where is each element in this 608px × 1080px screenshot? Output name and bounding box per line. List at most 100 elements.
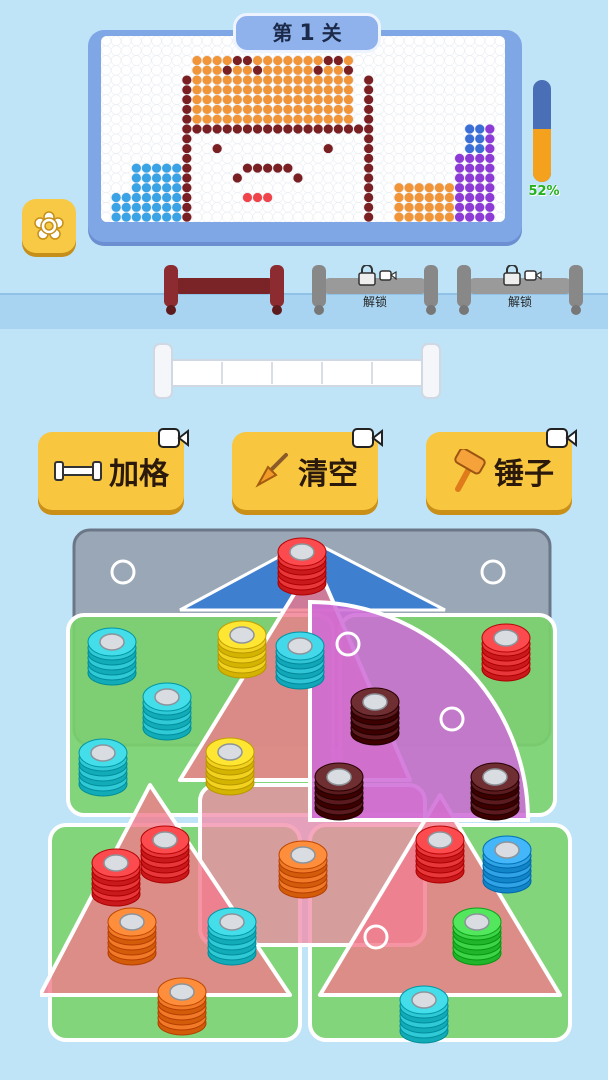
peg-stack[interactable] [314,762,364,821]
pixel-bead [403,162,415,174]
pixel-bead [282,162,294,174]
pixel-bead [262,172,273,184]
peg-stack[interactable] [217,620,267,679]
pixel-bead [434,94,445,105]
pixel-bead [454,162,465,174]
peg-stack[interactable] [142,682,192,741]
pixel-bead [393,133,405,144]
peg-stack[interactable] [350,687,400,746]
pixel-bead [171,182,182,193]
pixel-bead [131,114,142,125]
pixel-bead [171,202,182,213]
pixel-bead [222,94,233,105]
pixel-bead [484,202,496,213]
pixel-bead [333,192,344,203]
pixel-bead [131,192,142,203]
pixel-bead [121,94,132,105]
pixel-bead [110,45,122,56]
peg-stack[interactable] [107,907,157,966]
pixel-bead [333,162,344,174]
locked-holder-rod[interactable]: 解锁 [455,265,585,317]
pixel-bead [101,94,112,105]
pixel-bead [110,74,122,86]
pixel-bead [282,94,294,105]
pixel-bead [434,114,445,125]
pixel-bead [444,45,455,56]
pixel-bead [474,153,485,164]
progress-percent: 52% [528,184,560,199]
peg-stack[interactable] [275,631,325,690]
peg-stack[interactable] [205,737,255,796]
peg-stack[interactable] [91,848,141,907]
pixel-bead [161,182,172,193]
pixel-bead [222,104,233,115]
peg-stack[interactable] [78,738,128,797]
pixel-bead [434,104,445,115]
settings-button[interactable] [22,199,76,253]
pixel-bead [161,65,172,76]
peg-stack[interactable] [482,835,532,894]
peg-stack[interactable] [157,977,207,1036]
pixel-bead [161,123,172,135]
collection-rack[interactable] [152,342,442,404]
pixel-bead [201,123,213,135]
peg-stack[interactable] [399,985,449,1044]
pixel-bead [272,123,283,135]
clear-button[interactable]: 清空 [232,428,383,510]
pixel-bead [101,55,112,66]
rod-cap-left [164,265,178,307]
pixel-bead [201,94,213,105]
pixel-bead [171,36,182,47]
pixel-bead [262,211,273,222]
peg-stack[interactable] [140,825,190,884]
pixel-bead [272,74,283,86]
peg-stack[interactable] [470,762,520,821]
pixel-bead [171,162,182,174]
pixel-bead [393,153,405,164]
level-prefix: 第 [272,21,293,45]
pixel-bead [474,45,485,56]
hammer-button[interactable]: 锤子 [426,428,577,510]
pixel-bead [181,74,193,86]
pixel-bead [131,84,142,96]
pixel-bead [262,84,273,96]
pixel-bead [403,114,415,125]
puzzle-play-area[interactable] [40,520,580,1050]
locked-holder-rod[interactable]: 解锁 [310,265,440,317]
pixel-bead [262,65,273,76]
pixel-bead [282,123,294,135]
pixel-bead [413,133,425,144]
pixel-bead [484,65,496,76]
pixel-bead [393,84,405,96]
pixel-bead [252,143,263,154]
pixel-bead [262,94,273,105]
pixel-bead [464,55,475,66]
pixel-bead [211,133,223,144]
pixel-bead [252,104,263,115]
pixel-bead [201,153,213,164]
peg-stack[interactable] [207,907,257,966]
pixel-bead [201,202,213,213]
pixel-art-grid [101,36,505,222]
pixel-bead [272,182,283,193]
pixel-bead [121,211,132,222]
pixel-bead [151,153,162,164]
peg-stack[interactable] [87,627,137,686]
add-slot-button[interactable]: 加格 [38,428,189,510]
pixel-bead [191,45,203,56]
pixel-bead [252,211,263,222]
pixel-bead [222,211,233,222]
peg-stack[interactable] [278,840,328,899]
active-holder-rod[interactable] [160,265,288,317]
pixel-bead [272,202,283,213]
peg-stack[interactable] [452,907,502,966]
pixel-bead [232,55,243,66]
pixel-bead [302,153,314,164]
pixel-bead [232,84,243,96]
peg-stack[interactable] [415,825,465,884]
peg-stack[interactable] [277,537,327,596]
pixel-bead [191,182,203,193]
peg-stack[interactable] [481,623,531,682]
pixel-bead [312,133,324,144]
pixel-bead [343,153,354,164]
